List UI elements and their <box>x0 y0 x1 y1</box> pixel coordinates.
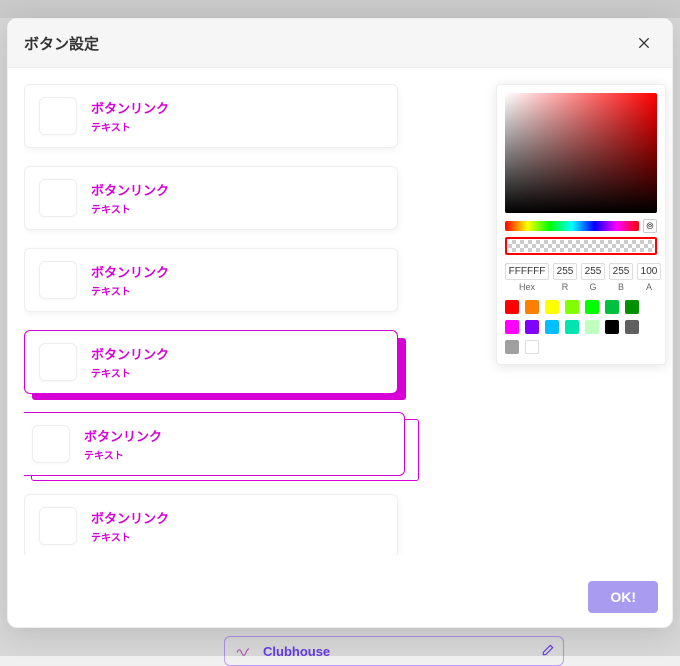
r-label: R <box>553 282 577 292</box>
eyedropper-button[interactable]: ⦾ <box>643 219 657 233</box>
color-swatch[interactable] <box>605 300 619 314</box>
color-swatch[interactable] <box>525 300 539 314</box>
a-input[interactable] <box>637 263 661 280</box>
g-input[interactable] <box>581 263 605 280</box>
style-item-title: ボタンリンク <box>91 262 169 281</box>
color-swatch[interactable] <box>585 300 599 314</box>
style-item-subtitle: テキスト <box>91 529 169 544</box>
color-swatch[interactable] <box>525 320 539 334</box>
a-label: A <box>637 282 661 292</box>
style-item-title: ボタンリンク <box>91 344 169 363</box>
modal-title: ボタン設定 <box>24 33 99 54</box>
b-input[interactable] <box>609 263 633 280</box>
color-picker-panel: ⦾ Hex R G B A <box>444 84 656 555</box>
color-swatch[interactable] <box>505 320 519 334</box>
style-item-subtitle: テキスト <box>91 283 169 298</box>
modal-header: ボタン設定 <box>8 19 672 68</box>
color-swatch[interactable] <box>545 320 559 334</box>
button-style-option-selected[interactable]: ボタンリンク テキスト <box>24 330 410 394</box>
color-swatch[interactable] <box>565 320 579 334</box>
style-thumbnail <box>39 261 77 299</box>
color-swatch[interactable] <box>505 300 519 314</box>
style-item-subtitle: テキスト <box>91 365 169 380</box>
button-style-option-outlined[interactable]: ボタンリンク テキスト <box>24 412 424 476</box>
button-style-option[interactable]: ボタンリンク テキスト <box>24 494 398 555</box>
ok-button[interactable]: OK! <box>588 581 658 613</box>
style-thumbnail <box>39 343 77 381</box>
hue-slider[interactable] <box>505 221 639 231</box>
saturation-area[interactable] <box>505 93 657 213</box>
color-swatch[interactable] <box>565 300 579 314</box>
style-thumbnail <box>39 179 77 217</box>
alpha-slider[interactable] <box>508 240 654 252</box>
close-icon <box>636 35 652 51</box>
style-item-title: ボタンリンク <box>91 98 169 117</box>
style-thumbnail <box>39 507 77 545</box>
modal-footer: OK! <box>8 571 672 627</box>
button-style-option[interactable]: ボタンリンク テキスト <box>24 248 398 312</box>
color-swatch[interactable] <box>625 300 639 314</box>
style-thumbnail <box>32 425 70 463</box>
alpha-highlight-frame <box>505 237 657 255</box>
hex-label: Hex <box>505 282 549 292</box>
color-swatch[interactable] <box>545 300 559 314</box>
button-style-option[interactable]: ボタンリンク テキスト <box>24 166 398 230</box>
style-item-subtitle: テキスト <box>91 201 169 216</box>
modal-body: ボタンリンク テキスト ボタンリンク テキスト ボタンリンク テキスト <box>8 68 672 571</box>
color-picker: ⦾ Hex R G B A <box>496 84 666 365</box>
color-swatch[interactable] <box>525 340 539 354</box>
r-input[interactable] <box>553 263 577 280</box>
button-settings-modal: ボタン設定 ボタンリンク テキスト ボタンリンク テキスト <box>7 18 673 628</box>
color-swatch[interactable] <box>585 320 599 334</box>
style-item-title: ボタンリンク <box>91 508 169 527</box>
eyedropper-icon: ⦾ <box>646 221 653 232</box>
b-label: B <box>609 282 633 292</box>
style-item-subtitle: テキスト <box>84 447 162 462</box>
button-style-list: ボタンリンク テキスト ボタンリンク テキスト ボタンリンク テキスト <box>24 84 424 555</box>
color-swatch[interactable] <box>605 320 619 334</box>
style-thumbnail <box>39 97 77 135</box>
g-label: G <box>581 282 605 292</box>
style-item-subtitle: テキスト <box>91 119 169 134</box>
swatch-grid <box>505 300 657 354</box>
hex-input[interactable] <box>505 263 549 280</box>
color-swatch[interactable] <box>625 320 639 334</box>
style-item-title: ボタンリンク <box>91 180 169 199</box>
button-style-option[interactable]: ボタンリンク テキスト <box>24 84 398 148</box>
style-item-title: ボタンリンク <box>84 426 162 445</box>
close-button[interactable] <box>632 31 656 55</box>
color-swatch[interactable] <box>505 340 519 354</box>
